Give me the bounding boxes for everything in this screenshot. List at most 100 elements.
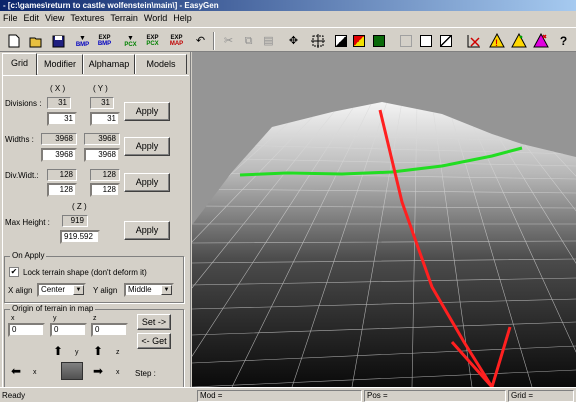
- import-bmp-button[interactable]: ▼ BMP: [72, 31, 93, 51]
- widths-x-input[interactable]: 3968: [41, 148, 77, 162]
- arrow-left-x-icon[interactable]: ⬅: [11, 365, 21, 377]
- terrain-thumbnail: [61, 362, 83, 380]
- toolbar: ▼ BMP EXP BMP ▼ PCX EXP PCX EXP MAP ↶ ✂ ⧉ ▤ ✥…: [0, 27, 576, 52]
- widths-x-current: 3968: [41, 133, 77, 145]
- left-panel: Grid Modifier Alphamap Models ( X ) ( Y …: [0, 52, 191, 387]
- status-pos: Pos =: [364, 390, 506, 402]
- on-apply-title: On Apply: [10, 251, 47, 260]
- status-grid: Grid =: [508, 390, 574, 402]
- tab-grid[interactable]: Grid: [2, 53, 37, 75]
- widths-y-input[interactable]: 3968: [84, 148, 120, 162]
- status-ready: Ready: [2, 391, 26, 400]
- y-axis-label: y: [75, 349, 79, 356]
- help-icon[interactable]: ?: [553, 31, 574, 51]
- svg-text:!: !: [495, 38, 498, 48]
- terrain-surface: [192, 102, 576, 387]
- x-axis-right-label: x: [116, 369, 120, 376]
- toolbar-separator: [213, 32, 215, 50]
- z-axis-label: z: [116, 349, 120, 356]
- tab-modifier[interactable]: Modifier: [37, 54, 83, 74]
- diagonal-square-icon[interactable]: [435, 31, 456, 51]
- status-bar: Ready Mod = Pos = Grid =: [0, 387, 576, 402]
- get-origin-button[interactable]: <- Get: [137, 333, 171, 349]
- origin-x-input[interactable]: 0: [8, 323, 45, 337]
- cut-icon[interactable]: ✂: [218, 31, 239, 51]
- yalign-value: Middle: [128, 285, 152, 294]
- dropdown-arrow-icon: ▼: [73, 285, 84, 295]
- window-title: - [c:\games\return to castle wolfenstein…: [0, 0, 576, 11]
- origin-x-label: x: [11, 315, 15, 322]
- paste-icon[interactable]: ▤: [258, 31, 279, 51]
- divisions-y-input[interactable]: 31: [90, 112, 120, 126]
- terrain-viewport[interactable]: [192, 52, 576, 387]
- menu-terrain[interactable]: Terrain: [107, 13, 141, 23]
- warning-green-icon[interactable]: [508, 31, 529, 51]
- lock-terrain-checkbox[interactable]: ✔: [9, 267, 19, 277]
- apply-divisions-button[interactable]: Apply: [124, 102, 170, 121]
- origin-z-label: z: [93, 315, 97, 322]
- move-arrows-icon[interactable]: ✥: [283, 31, 304, 51]
- widths-y-current: 3968: [84, 133, 120, 145]
- maxheight-input[interactable]: 919.592: [60, 230, 100, 244]
- arrow-up-z-icon[interactable]: ⬆: [93, 345, 103, 357]
- x-header: ( X ): [50, 84, 66, 93]
- arrow-up-y-icon[interactable]: ⬆: [53, 345, 63, 357]
- set-origin-button[interactable]: Set ->: [137, 314, 171, 330]
- apply-widths-button[interactable]: Apply: [124, 137, 170, 156]
- open-folder-icon[interactable]: [26, 31, 47, 51]
- divwidt-y-input[interactable]: 128: [90, 183, 120, 197]
- import-pcx-button[interactable]: ▼ PCX: [120, 31, 141, 51]
- disabled-square-icon[interactable]: [395, 31, 416, 51]
- green-swatch-icon[interactable]: [368, 31, 389, 51]
- menu-help[interactable]: Help: [170, 13, 195, 23]
- yalign-select[interactable]: Middle ▼: [124, 283, 174, 297]
- menu-file[interactable]: File: [0, 13, 21, 23]
- step-label: Step :: [135, 369, 156, 378]
- origin-title: Origin of terrain in map: [10, 304, 96, 313]
- y-header: ( Y ): [93, 84, 108, 93]
- xalign-value: Center: [41, 285, 66, 294]
- export-bmp-button[interactable]: EXP BMP: [94, 31, 115, 51]
- divisions-label: Divisions :: [5, 99, 42, 108]
- apply-maxheight-button[interactable]: Apply: [124, 221, 170, 240]
- divisions-x-input[interactable]: 31: [47, 112, 77, 126]
- grid-select-icon[interactable]: [307, 31, 328, 51]
- maxheight-current: 919: [62, 215, 88, 227]
- tab-alphamap[interactable]: Alphamap: [83, 54, 135, 74]
- xalign-select[interactable]: Center ▼: [37, 283, 86, 297]
- warning-red-icon[interactable]: !: [486, 31, 507, 51]
- menu-view[interactable]: View: [42, 13, 67, 23]
- menu-edit[interactable]: Edit: [21, 13, 43, 23]
- divwidt-label: Div.Widt.:: [5, 171, 39, 180]
- tab-models[interactable]: Models: [135, 54, 187, 74]
- tab-strip: Grid Modifier Alphamap Models: [2, 53, 188, 75]
- arrow-right-x-icon[interactable]: ➡: [93, 365, 103, 377]
- origin-y-input[interactable]: 0: [50, 323, 87, 337]
- lock-terrain-label: Lock terrain shape (don't deform it): [23, 268, 147, 277]
- origin-z-input[interactable]: 0: [91, 323, 128, 337]
- save-disk-icon[interactable]: [48, 31, 69, 51]
- pcx-load-icon: ▼: [127, 34, 134, 42]
- white-square-icon[interactable]: [415, 31, 436, 51]
- bmp-load-icon: ▼: [79, 34, 86, 42]
- z-header: ( Z ): [72, 202, 87, 211]
- divwidt-y-current: 128: [90, 169, 120, 181]
- export-map-button[interactable]: EXP MAP: [166, 31, 187, 51]
- menu-world[interactable]: World: [141, 13, 170, 23]
- x-axis-left-label: x: [33, 369, 37, 376]
- yalign-label: Y align: [93, 286, 118, 295]
- apply-divwidt-button[interactable]: Apply: [124, 173, 170, 192]
- divisions-y-current: 31: [90, 97, 114, 109]
- menu-textures[interactable]: Textures: [67, 13, 107, 23]
- undo-icon[interactable]: ↶: [190, 31, 211, 51]
- red-yellow-swatch-icon[interactable]: [348, 31, 369, 51]
- copy-icon[interactable]: ⧉: [238, 31, 259, 51]
- menu-bar: File Edit View Textures Terrain World Help: [0, 11, 576, 26]
- axis-reset-icon[interactable]: [462, 31, 483, 51]
- warning-magenta-icon[interactable]: [530, 31, 551, 51]
- terrain-3d-view: [192, 102, 576, 387]
- new-file-icon[interactable]: [3, 31, 24, 51]
- divwidt-x-input[interactable]: 128: [47, 183, 77, 197]
- export-pcx-button[interactable]: EXP PCX: [142, 31, 163, 51]
- divwidt-x-current: 128: [47, 169, 77, 181]
